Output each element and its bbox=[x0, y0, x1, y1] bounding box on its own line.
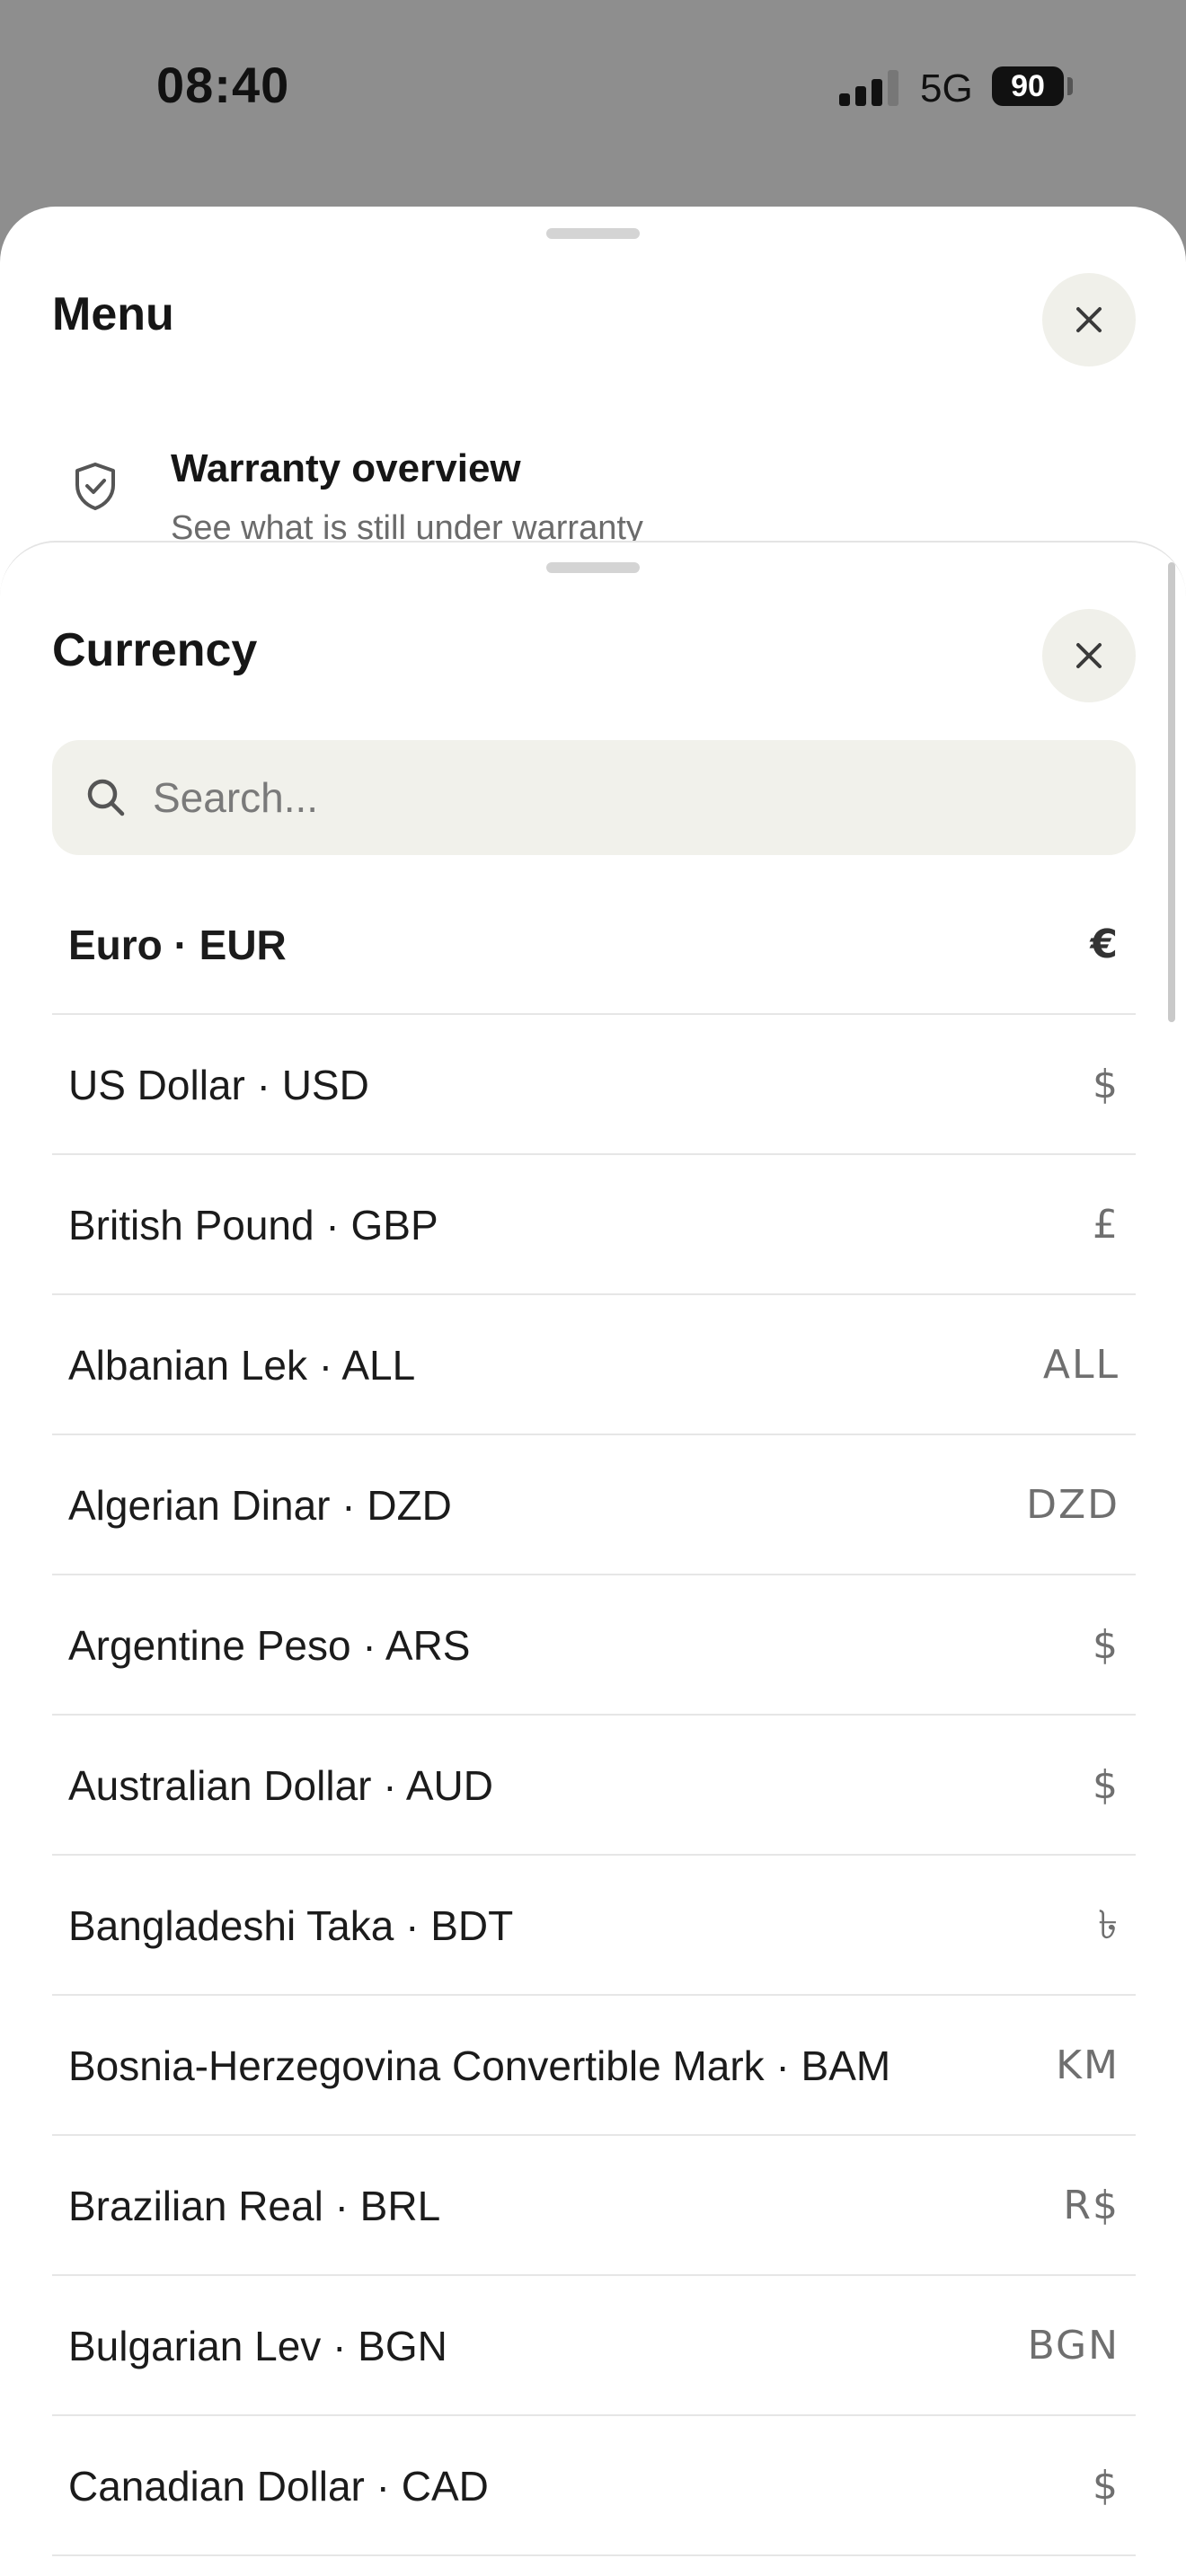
currency-option-cad[interactable]: Canadian Dollar · CAD $ bbox=[52, 2416, 1136, 2556]
currency-symbol: $ bbox=[1093, 1062, 1120, 1107]
status-time: 08:40 bbox=[156, 57, 290, 113]
currency-option-ars[interactable]: Argentine Peso · ARS $ bbox=[52, 1575, 1136, 1716]
currency-name: Algerian Dinar · DZD bbox=[68, 1482, 452, 1529]
search-input[interactable] bbox=[151, 740, 1103, 855]
currency-symbol: BGN bbox=[1027, 2323, 1120, 2369]
close-icon bbox=[1076, 643, 1102, 668]
currency-name: British Pound · GBP bbox=[68, 1202, 438, 1248]
currency-sheet: Currency Euro · EUR € US Dollar · USD $ Brit… bbox=[0, 541, 1186, 2576]
battery-tip bbox=[1067, 77, 1073, 95]
currency-symbol: KM bbox=[1056, 2042, 1120, 2088]
currency-name: Bosnia-Herzegovina Convertible Mark · BA… bbox=[68, 2042, 891, 2089]
currency-option-bdt[interactable]: Bangladeshi Taka · BDT ৳ bbox=[52, 1856, 1136, 1996]
currency-symbol: $ bbox=[1093, 1762, 1120, 1808]
close-icon bbox=[1076, 307, 1102, 332]
currency-symbol: DZD bbox=[1026, 1482, 1120, 1528]
search-box[interactable] bbox=[52, 740, 1136, 855]
currency-symbol: R$ bbox=[1063, 2183, 1120, 2228]
cellular-signal-icon bbox=[839, 68, 902, 106]
currency-list: Euro · EUR € US Dollar · USD $ British Pound… bbox=[52, 875, 1136, 2556]
currency-symbol: $ bbox=[1093, 1622, 1120, 1668]
currency-symbol: ALL bbox=[1042, 1342, 1120, 1388]
menu-close-button[interactable] bbox=[1042, 273, 1136, 366]
battery-level: 90 bbox=[1011, 69, 1045, 103]
currency-symbol: € bbox=[1090, 922, 1120, 967]
menu-title: Menu bbox=[52, 288, 174, 340]
battery-icon: 90 bbox=[992, 66, 1064, 106]
currency-option-dzd[interactable]: Algerian Dinar · DZD DZD bbox=[52, 1435, 1136, 1575]
sheet-grabber[interactable] bbox=[546, 562, 640, 573]
currency-name: Brazilian Real · BRL bbox=[68, 2183, 441, 2229]
sheet-grabber[interactable] bbox=[546, 228, 640, 239]
currency-symbol: ৳ bbox=[1098, 1902, 1120, 1948]
currency-name: Canadian Dollar · CAD bbox=[68, 2463, 489, 2510]
currency-option-aud[interactable]: Australian Dollar · AUD $ bbox=[52, 1716, 1136, 1856]
currency-option-bam[interactable]: Bosnia-Herzegovina Convertible Mark · BA… bbox=[52, 1996, 1136, 2136]
menu-item-title: Warranty overview bbox=[171, 446, 521, 490]
currency-name: Australian Dollar · AUD bbox=[68, 1762, 493, 1809]
currency-option-brl[interactable]: Brazilian Real · BRL R$ bbox=[52, 2136, 1136, 2276]
currency-option-usd[interactable]: US Dollar · USD $ bbox=[52, 1015, 1136, 1155]
currency-name: Euro · EUR bbox=[68, 922, 287, 968]
currency-option-eur[interactable]: Euro · EUR € bbox=[52, 875, 1136, 1015]
status-bar: 08:40 5G 90 bbox=[0, 0, 1186, 180]
currency-title: Currency bbox=[52, 624, 258, 676]
currency-option-gbp[interactable]: British Pound · GBP £ bbox=[52, 1155, 1136, 1295]
currency-symbol: £ bbox=[1093, 1202, 1120, 1248]
currency-name: Bulgarian Lev · BGN bbox=[68, 2323, 447, 2369]
currency-name: US Dollar · USD bbox=[68, 1062, 369, 1108]
search-icon bbox=[87, 779, 125, 816]
currency-option-bgn[interactable]: Bulgarian Lev · BGN BGN bbox=[52, 2276, 1136, 2416]
currency-name: Albanian Lek · ALL bbox=[68, 1342, 416, 1389]
currency-close-button[interactable] bbox=[1042, 609, 1136, 702]
currency-name: Bangladeshi Taka · BDT bbox=[68, 1902, 514, 1949]
currency-name: Argentine Peso · ARS bbox=[68, 1622, 471, 1669]
shield-check-icon bbox=[75, 463, 115, 510]
currency-option-all[interactable]: Albanian Lek · ALL ALL bbox=[52, 1295, 1136, 1435]
network-type: 5G bbox=[920, 66, 973, 110]
scrollbar[interactable] bbox=[1168, 562, 1175, 1022]
currency-symbol: $ bbox=[1093, 2463, 1120, 2509]
